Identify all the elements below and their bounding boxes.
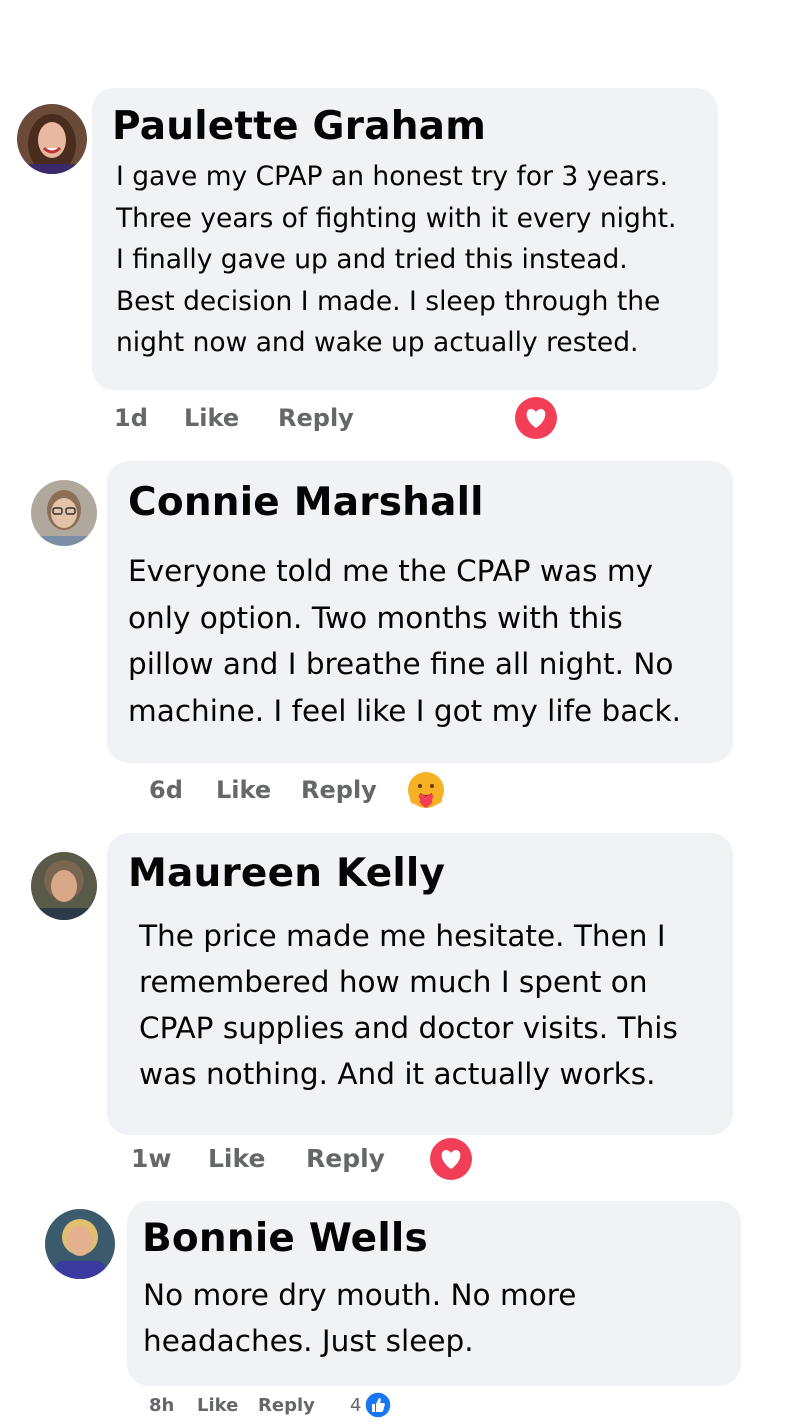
like-reaction-icon[interactable] <box>364 1391 392 1419</box>
like-button[interactable]: Like <box>184 404 239 432</box>
comment-time[interactable]: 6d <box>149 776 183 804</box>
like-button[interactable]: Like <box>208 1144 265 1173</box>
reply-button[interactable]: Reply <box>301 776 377 804</box>
comment-time[interactable]: 8h <box>149 1395 174 1416</box>
reply-button[interactable]: Reply <box>306 1144 385 1173</box>
reply-button[interactable]: Reply <box>278 404 354 432</box>
comment-text: No more dry mouth. No more headaches. Ju… <box>143 1278 577 1358</box>
avatar[interactable] <box>45 1209 115 1279</box>
love-reaction-icon[interactable] <box>514 396 558 440</box>
like-button[interactable]: Like <box>197 1395 238 1416</box>
commenter-name[interactable]: Bonnie Wells <box>142 1216 428 1261</box>
commenter-name[interactable]: Connie Marshall <box>128 480 484 525</box>
comment-time[interactable]: 1d <box>114 404 148 432</box>
avatar[interactable] <box>17 104 87 174</box>
comment-time[interactable]: 1w <box>131 1144 172 1173</box>
reply-button[interactable]: Reply <box>258 1395 315 1416</box>
reaction-count[interactable]: 4 <box>350 1395 361 1416</box>
comment-text: I gave my CPAP an honest try for 3 years… <box>116 161 677 358</box>
like-button[interactable]: Like <box>216 776 271 804</box>
commenter-name[interactable]: Maureen Kelly <box>128 851 445 896</box>
commenter-name[interactable]: Paulette Graham <box>112 104 486 149</box>
avatar[interactable] <box>31 480 97 546</box>
avatar[interactable] <box>31 852 97 920</box>
comment-text: Everyone told me the CPAP was my only op… <box>128 554 681 728</box>
comment-text: The price made me hesitate. Then I remem… <box>139 919 678 1091</box>
care-reaction-icon[interactable] <box>406 770 446 810</box>
love-reaction-icon[interactable] <box>429 1137 473 1181</box>
